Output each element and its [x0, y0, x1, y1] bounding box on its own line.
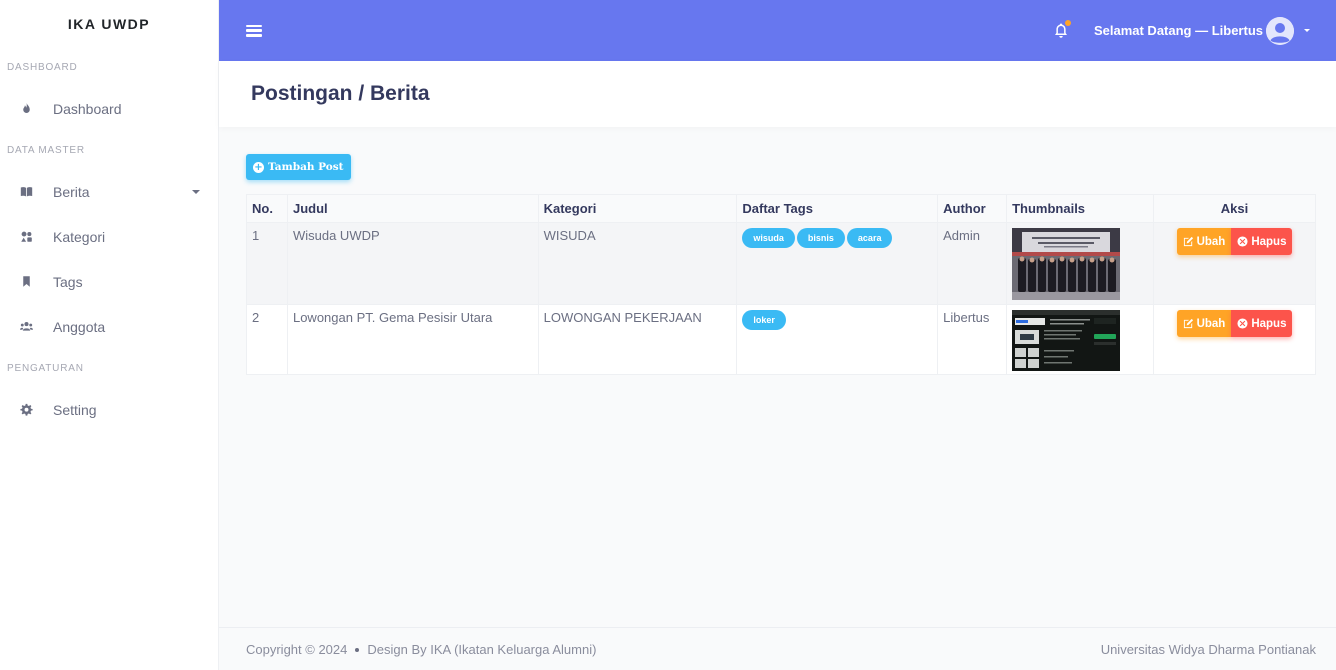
edit-icon — [1183, 236, 1193, 247]
chevron-down-icon[interactable] — [1304, 29, 1310, 32]
cell-thumbnail — [1006, 222, 1155, 305]
main-content: + Tambah Post No. Judul Kategori Daftar … — [246, 154, 1316, 375]
cell-judul: Lowongan PT. Gema Pesisir Utara — [286, 304, 539, 375]
fire-icon — [18, 101, 34, 117]
menu-header-data-master: DATA MASTER — [7, 144, 85, 156]
add-post-button[interactable]: + Tambah Post — [246, 154, 351, 180]
header-no: No. — [246, 194, 288, 223]
bell-icon[interactable] — [1052, 19, 1071, 40]
edit-button[interactable]: Ubah — [1176, 228, 1232, 255]
shapes-icon — [18, 229, 34, 245]
edit-icon — [1183, 318, 1193, 329]
book-open-icon — [18, 184, 34, 200]
cell-judul: Wisuda UWDP — [286, 222, 539, 305]
header-thumbnails: Thumbnails — [1006, 194, 1155, 223]
edit-label: Ubah — [1196, 317, 1226, 330]
cell-no: 2 — [246, 304, 288, 375]
header-author: Author — [937, 194, 1008, 223]
cell-author: Admin — [937, 222, 1008, 305]
sidebar-item-setting[interactable]: Setting — [0, 387, 218, 432]
table-row: 1 Wisuda UWDP WISUDA wisuda bisnis acara A… — [246, 222, 1316, 305]
sidebar: IKA UWDP DASHBOARD Dashboard DATA MASTER… — [0, 0, 219, 670]
delete-label: Hapus — [1251, 317, 1287, 330]
cell-kategori: WISUDA — [537, 222, 738, 305]
header-aksi: Aksi — [1153, 194, 1316, 223]
footer-university: Universitas Widya Dharma Pontianak — [1100, 641, 1316, 657]
footer-design-credit: Design By IKA (Ikatan Keluarga Alumni) — [367, 641, 597, 657]
graduation-photo-thumbnail — [1012, 228, 1121, 300]
edit-button[interactable]: Ubah — [1176, 310, 1232, 337]
sidebar-item-anggota[interactable]: Anggota — [0, 304, 218, 349]
footer: Copyright © 2024 Design By IKA (Ikatan Ke… — [219, 627, 1336, 670]
gear-icon — [18, 402, 34, 418]
times-circle-icon — [1237, 318, 1248, 329]
users-icon — [18, 319, 34, 335]
cell-thumbnail — [1006, 304, 1155, 375]
sidebar-item-label: Berita — [53, 183, 90, 200]
sidebar-item-label: Anggota — [53, 318, 106, 335]
screenshot-thumbnail — [1012, 310, 1121, 371]
sidebar-item-tags[interactable]: Tags — [0, 259, 218, 304]
header-judul: Judul — [286, 194, 539, 223]
delete-button[interactable]: Hapus — [1231, 228, 1293, 255]
cell-author: Libertus — [937, 304, 1008, 375]
bullet-separator — [355, 648, 360, 653]
chevron-down-icon[interactable] — [192, 189, 200, 194]
bookmark-icon — [18, 274, 34, 290]
sidebar-item-label: Setting — [53, 401, 97, 418]
menu-header-dashboard: DASHBOARD — [7, 61, 78, 73]
section-header: Postingan / Berita — [219, 61, 1336, 127]
cell-tags: loker — [736, 304, 939, 375]
tag-badge[interactable]: bisnis — [796, 228, 845, 248]
brand-logo[interactable]: IKA UWDP — [0, 0, 218, 48]
tag-badge[interactable]: acara — [846, 228, 893, 248]
navbar-right: Selamat Datang — Libertus — [1052, 0, 1310, 61]
cell-aksi: Ubah Hapus — [1153, 304, 1316, 375]
user-greeting[interactable]: Selamat Datang — Libertus — [1094, 23, 1263, 38]
table-row: 2 Lowongan PT. Gema Pesisir Utara LOWONG… — [246, 304, 1316, 375]
menu-header-pengaturan: PENGATURAN — [7, 362, 84, 374]
header-tags: Daftar Tags — [736, 194, 939, 223]
footer-left: Copyright © 2024 Design By IKA (Ikatan Ke… — [246, 642, 596, 657]
cell-no: 1 — [246, 222, 288, 305]
sidebar-item-dashboard[interactable]: Dashboard — [0, 86, 218, 131]
tag-badge[interactable]: loker — [742, 310, 786, 330]
notification-dot — [1064, 19, 1071, 26]
add-post-label: Tambah Post — [268, 161, 344, 173]
delete-label: Hapus — [1251, 235, 1287, 248]
cell-kategori: LOWONGAN PEKERJAAN — [537, 304, 738, 375]
delete-button[interactable]: Hapus — [1231, 310, 1293, 337]
header-kategori: Kategori — [537, 194, 738, 223]
sidebar-item-label: Tags — [53, 273, 83, 290]
sidebar-item-label: Dashboard — [53, 100, 122, 117]
times-circle-icon — [1237, 236, 1248, 247]
top-navbar: Selamat Datang — Libertus — [219, 0, 1336, 61]
sidebar-item-kategori[interactable]: Kategori — [0, 214, 218, 259]
tag-badge[interactable]: wisuda — [742, 228, 795, 248]
plus-circle-icon: + — [253, 161, 264, 173]
table-header-row: No. Judul Kategori Daftar Tags Author Th… — [246, 194, 1316, 223]
sidebar-item-berita[interactable]: Berita — [0, 169, 218, 214]
edit-label: Ubah — [1196, 235, 1226, 248]
posts-table: No. Judul Kategori Daftar Tags Author Th… — [246, 194, 1316, 375]
footer-copyright: Copyright © 2024 — [246, 641, 348, 657]
sidebar-item-label: Kategori — [53, 228, 106, 245]
avatar[interactable] — [1266, 16, 1294, 45]
cell-tags: wisuda bisnis acara — [736, 222, 939, 305]
cell-aksi: Ubah Hapus — [1153, 222, 1316, 305]
page-title: Postingan / Berita — [251, 82, 430, 105]
hamburger-menu-icon[interactable] — [246, 24, 262, 38]
